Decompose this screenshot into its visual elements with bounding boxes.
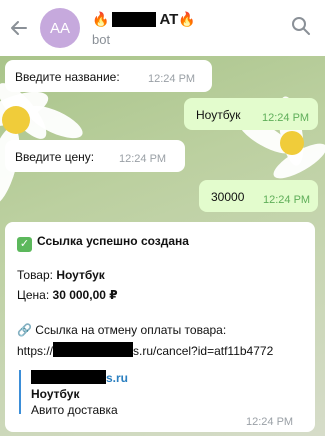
preview-description: Авито доставка: [31, 403, 118, 417]
search-icon: [292, 17, 310, 35]
fire-emoji-right: 🔥: [178, 10, 196, 27]
message-incoming[interactable]: Введите цену: 12:24 PM: [5, 140, 185, 172]
message-text: 30000: [211, 190, 245, 204]
product-line: Товар: Ноутбук: [17, 268, 105, 282]
message-incoming[interactable]: Введите название: 12:24 PM: [5, 60, 212, 92]
message-text: Введите цену:: [15, 150, 95, 164]
message-outgoing[interactable]: Ноутбук 12:24 PM: [184, 98, 318, 130]
chat-subtitle: bot: [92, 32, 111, 47]
message-text: Ноутбук: [196, 108, 241, 122]
chat-title-block[interactable]: 🔥 AT 🔥 bot: [92, 9, 196, 48]
message-time: 12:24 PM: [263, 194, 311, 206]
redacted-site: [31, 370, 106, 384]
redacted-name: [112, 11, 157, 27]
chat-area[interactable]: Введите название: 12:24 PM Ноутбук 12:24…: [0, 56, 325, 436]
arrow-left-icon: [11, 21, 27, 35]
message-time: 12:24 PM: [246, 416, 294, 428]
check-square-icon: ✓: [17, 237, 32, 252]
message-time: 12:24 PM: [119, 153, 167, 165]
cancel-link[interactable]: https://s.ru/cancel?id=atf11b4772: [17, 342, 273, 358]
preview-site: s.ru: [31, 370, 299, 385]
message-text: Введите название:: [15, 70, 120, 84]
search-button[interactable]: [291, 16, 315, 40]
chat-title-suffix: AT: [159, 10, 179, 28]
message-time: 12:24 PM: [262, 112, 310, 124]
message-link-created[interactable]: ✓ Ссылка успешно создана Товар: Ноутбук Ц…: [5, 222, 315, 432]
preview-title: Ноутбук: [31, 387, 80, 401]
price-line: Цена: 30 000,00 ₽: [17, 288, 118, 302]
success-headline: ✓ Ссылка успешно создана: [17, 234, 189, 252]
chat-title: 🔥 AT 🔥: [92, 9, 196, 29]
message-outgoing[interactable]: 30000 12:24 PM: [199, 180, 318, 212]
redacted-domain: [53, 342, 134, 357]
avatar[interactable]: AA: [40, 8, 80, 48]
cancel-link-title: 🔗 Ссылка на отмену оплаты товара:: [17, 323, 227, 337]
chat-header: AA 🔥 AT 🔥 bot: [0, 0, 325, 56]
fire-emoji-left: 🔥: [92, 10, 110, 27]
message-time: 12:24 PM: [148, 73, 196, 85]
back-button[interactable]: [0, 0, 38, 56]
link-preview[interactable]: s.ru Ноутбук Авито доставка: [19, 370, 299, 417]
